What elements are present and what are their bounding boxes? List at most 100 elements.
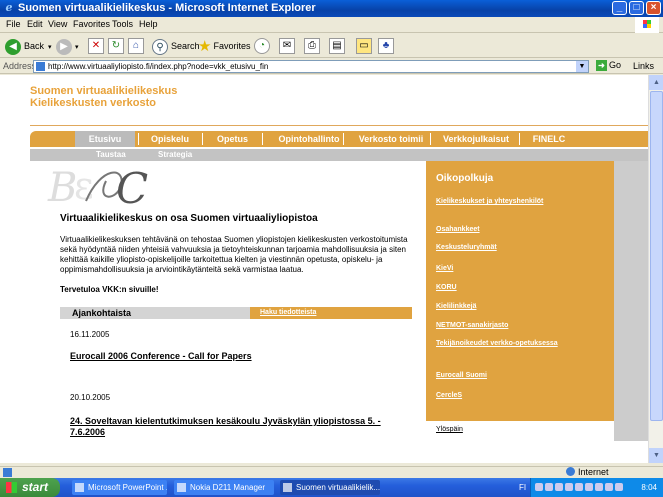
edit-icon[interactable]: ▤ bbox=[329, 38, 345, 54]
sidebar-link[interactable]: Kielikeskukset ja yhteyshenkilöt bbox=[436, 197, 606, 206]
sub-nav: Taustaa Strategia bbox=[30, 149, 648, 161]
news-date: 20.10.2005 bbox=[70, 393, 111, 402]
tray-icon[interactable] bbox=[555, 483, 563, 491]
mail-icon[interactable]: ✉ bbox=[279, 38, 295, 54]
nav-finelc[interactable]: FINELC bbox=[521, 131, 577, 147]
home-icon[interactable]: ⌂ bbox=[128, 38, 144, 54]
favorites-button[interactable]: ★ Favorites bbox=[198, 37, 250, 55]
sidebar-link[interactable]: Kielilinkkejä bbox=[436, 302, 606, 311]
discuss-icon[interactable]: ▭ bbox=[356, 38, 372, 54]
tray-icon[interactable] bbox=[595, 483, 603, 491]
subnav-taustaa[interactable]: Taustaa bbox=[96, 149, 126, 161]
task-ie-window[interactable]: Suomen virtuaalikielik... bbox=[280, 480, 380, 495]
task-nokia-manager[interactable]: Nokia D211 Manager bbox=[174, 480, 274, 495]
sidebar-link[interactable]: Keskusteluryhmät bbox=[436, 243, 606, 252]
go-button[interactable]: ➜ Go bbox=[596, 60, 621, 71]
nav-separator bbox=[343, 133, 344, 145]
nav-opiskelu[interactable]: Opiskelu bbox=[140, 131, 200, 147]
right-band bbox=[614, 161, 648, 441]
tray-icon[interactable] bbox=[585, 483, 593, 491]
vkk-logo-graphic: B ε C bbox=[46, 161, 166, 207]
sidebar-link[interactable]: Osahankkeet bbox=[436, 225, 606, 234]
menu-tools[interactable]: Tools bbox=[112, 19, 133, 29]
back-button[interactable]: ◀ Back ▾ bbox=[5, 37, 52, 55]
page-heading: Virtuaalikielikeskus on osa Suomen virtu… bbox=[60, 213, 318, 224]
menu-favorites[interactable]: Favorites bbox=[73, 19, 110, 29]
news-link[interactable]: Eurocall 2006 Conference - Call for Pape… bbox=[70, 351, 410, 362]
menu-view[interactable]: View bbox=[48, 19, 67, 29]
scroll-up-icon[interactable]: ▲ bbox=[649, 75, 663, 90]
messenger-icon[interactable]: ♣ bbox=[378, 38, 394, 54]
history-icon[interactable]: ◔ bbox=[254, 38, 270, 54]
tray-icon[interactable] bbox=[565, 483, 573, 491]
sidebar-link[interactable]: Tekijänoikeudet verkko-opetuksessa bbox=[436, 339, 606, 348]
links-button[interactable]: Links bbox=[633, 61, 654, 71]
maximize-button[interactable]: □ bbox=[629, 1, 644, 15]
go-arrow-icon: ➜ bbox=[596, 60, 607, 71]
address-input[interactable]: http://www.virtuaaliyliopisto.fi/index.p… bbox=[33, 60, 589, 73]
news-date: 16.11.2005 bbox=[70, 330, 110, 339]
tray-icon[interactable] bbox=[545, 483, 553, 491]
tray-icon[interactable] bbox=[605, 483, 613, 491]
print-icon[interactable]: ⎙ bbox=[304, 38, 320, 54]
nav-verkosto-toimii[interactable]: Verkosto toimii bbox=[350, 131, 432, 147]
scroll-thumb[interactable] bbox=[650, 91, 663, 421]
address-bar: Address http://www.virtuaaliyliopisto.fi… bbox=[0, 59, 663, 74]
svg-text:C: C bbox=[116, 164, 148, 207]
nav-verkkojulkaisut[interactable]: Verkkojulkaisut bbox=[432, 131, 520, 147]
chevron-down-icon[interactable]: ▼ bbox=[576, 61, 588, 72]
system-tray: FI 8:04 bbox=[519, 478, 663, 497]
news-link[interactable]: 24. Soveltavan kielentutkimuksen kesäkou… bbox=[70, 416, 410, 438]
star-icon: ★ bbox=[198, 37, 212, 55]
vertical-scrollbar[interactable]: ▲ ▼ bbox=[648, 75, 663, 463]
forward-arrow-icon: ▶ bbox=[56, 38, 72, 55]
chevron-down-icon: ▾ bbox=[75, 44, 79, 51]
forward-button[interactable]: ▶ ▾ bbox=[56, 37, 79, 55]
address-url: http://www.virtuaaliyliopisto.fi/index.p… bbox=[48, 62, 269, 71]
sidebar-link[interactable]: NETMOT-sanakirjasto bbox=[436, 321, 606, 330]
nav-etusivu[interactable]: Etusivu bbox=[75, 131, 135, 147]
security-zone: Internet bbox=[566, 467, 609, 477]
intro-text: Virtuaalikielikeskuksen tehtävänä on teh… bbox=[60, 235, 408, 274]
scroll-down-icon[interactable]: ▼ bbox=[649, 448, 663, 463]
welcome-text: Tervetuloa VKK:n sivuille! bbox=[60, 285, 159, 294]
back-arrow-icon: ◀ bbox=[5, 38, 21, 55]
nav-separator bbox=[430, 133, 431, 145]
tray-icon[interactable] bbox=[615, 483, 623, 491]
sidebar-title: Oikopolkuja bbox=[436, 173, 494, 184]
nav-separator bbox=[519, 133, 520, 145]
taskbar: start Microsoft PowerPoint ... Nokia D21… bbox=[0, 478, 663, 497]
window-title-bar: e Suomen virtuaalikielikeskus - Microsof… bbox=[0, 0, 663, 17]
language-indicator[interactable]: FI bbox=[519, 478, 526, 497]
tray-icon[interactable] bbox=[575, 483, 583, 491]
sidebar-link[interactable]: KieVi bbox=[436, 264, 606, 273]
search-button[interactable]: ⚲ Search bbox=[152, 37, 200, 55]
news-header: Ajankohtaista Haku tiedotteista bbox=[60, 307, 412, 319]
chevron-down-icon: ▾ bbox=[48, 44, 52, 51]
news-search-link[interactable]: Haku tiedotteista bbox=[260, 307, 316, 319]
site-title: Suomen virtuaalikielikeskus bbox=[30, 85, 178, 97]
close-button[interactable]: × bbox=[646, 1, 661, 15]
address-label: Address bbox=[3, 61, 37, 71]
back-to-top-link[interactable]: Ylöspäin bbox=[436, 426, 463, 433]
web-page: Suomen virtuaalikielikeskus Kielikeskust… bbox=[0, 75, 648, 463]
svg-text:B: B bbox=[47, 165, 77, 207]
menu-edit[interactable]: Edit bbox=[27, 19, 43, 29]
minimize-button[interactable]: _ bbox=[612, 1, 627, 15]
task-powerpoint[interactable]: Microsoft PowerPoint ... bbox=[72, 480, 167, 495]
sidebar-link[interactable]: Eurocall Suomi bbox=[436, 371, 606, 380]
subnav-strategia[interactable]: Strategia bbox=[158, 149, 192, 161]
nav-opintohallinto[interactable]: Opintohallinto bbox=[264, 131, 354, 147]
menu-help[interactable]: Help bbox=[139, 19, 158, 29]
menu-file[interactable]: File bbox=[6, 19, 21, 29]
start-button[interactable]: start bbox=[0, 478, 60, 497]
tray-icon[interactable] bbox=[535, 483, 543, 491]
sidebar-link[interactable]: CercleS bbox=[436, 391, 606, 400]
menu-bar: File Edit View Favorites Tools Help bbox=[0, 17, 663, 33]
nav-opetus[interactable]: Opetus bbox=[205, 131, 260, 147]
sidebar-link[interactable]: KORU bbox=[436, 283, 606, 292]
page-status-icon bbox=[3, 468, 12, 477]
main-nav: Etusivu Opiskelu Opetus Opintohallinto V… bbox=[30, 131, 648, 147]
stop-icon[interactable]: ✕ bbox=[88, 38, 104, 54]
refresh-icon[interactable]: ↻ bbox=[108, 38, 124, 54]
